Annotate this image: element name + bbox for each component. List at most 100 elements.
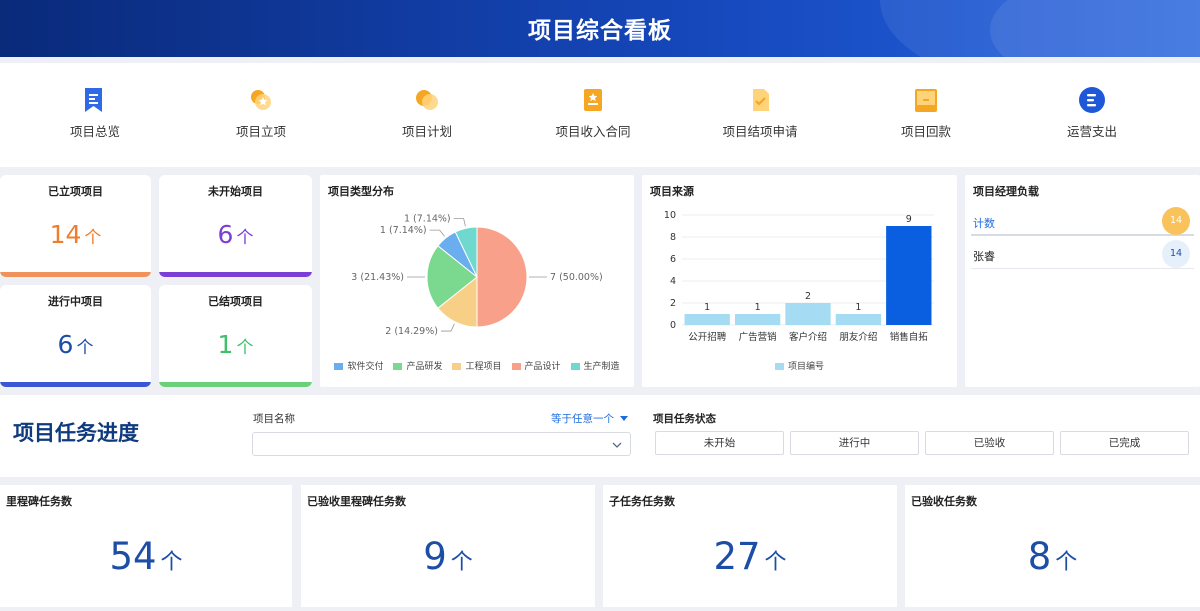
metric-title: 子任务任务数 (609, 495, 675, 508)
quick-link-label: 项目回款 (900, 124, 951, 139)
legend-swatch (393, 363, 403, 370)
stat-value: 1个 (159, 330, 312, 359)
status-option-not-started[interactable]: 未开始 (655, 431, 784, 455)
pie-slice-label: 1 (7.14%) (380, 225, 427, 236)
legend-swatch (570, 363, 580, 370)
count-badge: 14 (1162, 240, 1190, 268)
quick-links-bar: 项目总览 项目立项 项目计划 项目收入合同 项目结项申请 项目回款 运营支出 (0, 63, 1200, 167)
x-tick-label: 朋友介绍 (839, 331, 877, 343)
stat-value: 6个 (0, 330, 151, 359)
pie-slice-label: 2 (14.29%) (385, 326, 438, 337)
stat-card-closed[interactable]: 已结项项目 1个 (159, 285, 312, 387)
legend-swatch (774, 363, 784, 370)
manager-load-panel: 项目经理负载 计数 14 张睿 14 (965, 175, 1200, 387)
coin-stack-icon (412, 85, 442, 115)
stat-number: 14 (49, 220, 82, 249)
caret-down-icon (620, 416, 629, 421)
metric-value: 8个 (905, 535, 1200, 578)
legend-label: 产品设计 (524, 362, 561, 372)
metric-number: 9 (423, 535, 447, 578)
quick-link-overview[interactable]: 项目总览 (35, 85, 155, 140)
bar (835, 314, 882, 325)
pie-leader-line (440, 323, 455, 332)
metric-value: 54 个 (0, 535, 292, 578)
metric-card-accepted-tasks[interactable]: 已验收任务数 8个 (905, 485, 1200, 607)
status-option-in-progress[interactable]: 进行中 (790, 431, 919, 455)
match-mode-dropdown[interactable]: 等于任意一个 (551, 411, 629, 426)
quick-link-label: 项目结项申请 (722, 124, 798, 139)
metric-number: 8 (1027, 535, 1052, 578)
metric-value: 27 个 (603, 535, 897, 578)
stat-unit: 个 (236, 228, 254, 248)
stat-title: 未开始项目 (208, 185, 263, 198)
metric-unit: 个 (764, 550, 787, 575)
quick-link-close-request[interactable]: 项目结项申请 (700, 85, 820, 140)
quick-link-label: 项目总览 (69, 124, 120, 139)
legend-label: 软件交付 (347, 362, 384, 372)
document-flag-icon (80, 85, 110, 115)
quick-link-plan[interactable]: 项目计划 (367, 85, 487, 140)
quick-link-operating-expense[interactable]: 运营支出 (1032, 85, 1152, 140)
legend-item: 产品研发 (393, 359, 442, 372)
bar-value-label: 1 (704, 302, 710, 313)
stat-value: 6个 (159, 220, 312, 249)
manager-row[interactable]: 计数 14 (971, 206, 1194, 236)
stat-unit: 个 (236, 338, 254, 358)
pie-slice-label: 1 (7.14%) (404, 214, 451, 225)
x-tick-label: 公开招聘 (688, 331, 727, 343)
metric-value: 9个 (301, 535, 595, 578)
metric-number: 54 (109, 535, 157, 578)
x-tick-label: 广告营销 (739, 331, 778, 343)
metric-card-milestone-tasks[interactable]: 里程碑任务数 54 个 (0, 485, 292, 607)
legend-item: 项目编号 (774, 359, 824, 372)
coin-star-icon (246, 85, 276, 115)
legend-item: 软件交付 (334, 359, 383, 372)
quick-link-label: 项目立项 (235, 124, 286, 139)
quick-link-label: 项目计划 (401, 124, 452, 139)
quick-link-establish[interactable]: 项目立项 (201, 85, 321, 140)
bar-legend: 项目编号 (642, 359, 957, 372)
list-circle-icon (1077, 85, 1107, 115)
legend-item: 工程项目 (452, 359, 502, 372)
stat-title: 进行中项目 (48, 295, 103, 308)
status-option-completed[interactable]: 已完成 (1060, 431, 1189, 455)
metric-unit: 个 (1055, 550, 1078, 575)
stat-accent-bar (159, 272, 312, 277)
pie-slice-label: 3 (21.43%) (351, 272, 404, 283)
stat-card-in-progress[interactable]: 进行中项目 6个 (0, 285, 151, 387)
match-mode-label: 等于任意一个 (551, 413, 614, 425)
bar-chart: 0 2 4 6 8 10 1 公开招聘 1 广告营销 2 客户介绍 1 朋友介绍 9 销售自拓 (664, 210, 934, 343)
stat-card-not-started[interactable]: 未开始项目 6个 (159, 175, 312, 277)
y-tick-label: 4 (670, 276, 676, 287)
legend-item: 生产制造 (570, 359, 620, 372)
stat-unit: 个 (84, 228, 102, 248)
stat-card-established[interactable]: 已立项项目 14 个 (0, 175, 151, 277)
metric-title: 已验收里程碑任务数 (307, 495, 406, 508)
stat-accent-bar (159, 382, 312, 387)
contract-star-icon (578, 85, 608, 115)
page-title: 项目综合看板 (528, 18, 672, 44)
quick-link-payment[interactable]: 项目回款 (866, 85, 986, 140)
status-option-accepted[interactable]: 已验收 (925, 431, 1054, 455)
pie-slice (476, 226, 528, 328)
metric-card-subtasks[interactable]: 子任务任务数 27 个 (603, 485, 897, 607)
project-name-select[interactable] (252, 432, 631, 456)
legend-item: 产品设计 (511, 359, 561, 372)
metric-card-accepted-milestones[interactable]: 已验收里程碑任务数 9个 (301, 485, 595, 607)
manager-row[interactable]: 张睿 14 (971, 239, 1194, 269)
stat-accent-bar (0, 382, 151, 387)
metric-number: 27 (713, 535, 761, 578)
quick-link-income-contract[interactable]: 项目收入合同 (533, 85, 653, 140)
pie-leader-line (429, 229, 445, 237)
bar (734, 314, 781, 325)
quick-link-label: 项目收入合同 (555, 124, 631, 139)
dashboard-header: 项目综合看板 (0, 0, 1200, 57)
bar-value-label: 1 (855, 302, 861, 313)
pie-legend: 软件交付 产品研发 工程项目 产品设计 生产制造 (320, 359, 634, 372)
legend-label: 产品研发 (406, 362, 443, 372)
type-distribution-panel: 项目类型分布 7 (50.00%) 2 (14.29%) 3 (21.43%) 1 (… (320, 175, 634, 387)
manager-name: 计数 (973, 217, 995, 230)
panel-title: 项目经理负载 (973, 185, 1039, 198)
stat-unit: 个 (76, 338, 94, 358)
bar-value-label: 1 (755, 302, 761, 313)
